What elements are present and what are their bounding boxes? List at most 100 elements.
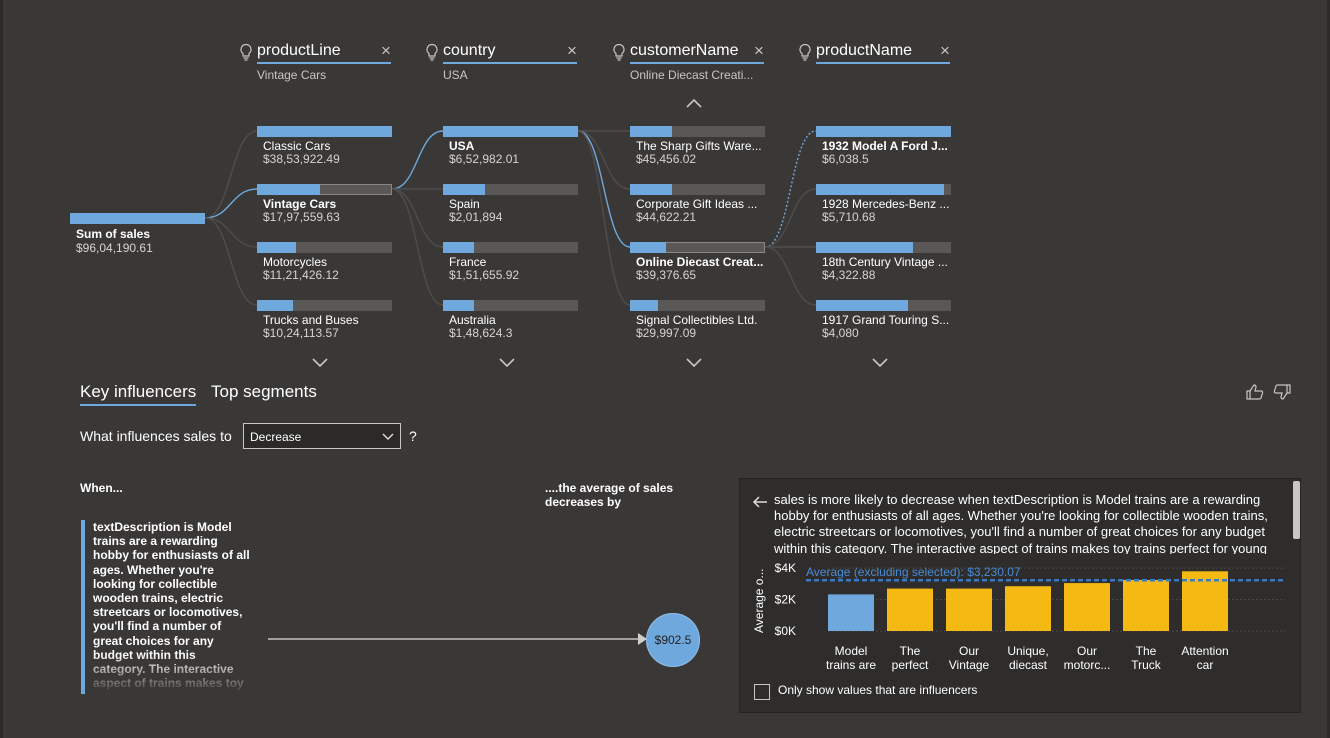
influencers-only-checkbox[interactable]: [754, 684, 770, 700]
tab-key-influencers[interactable]: Key influencers: [80, 382, 197, 406]
node-value: $39,376.65: [636, 268, 697, 282]
node-bar-fill: [443, 184, 485, 195]
tree-connector: [391, 188, 444, 306]
chart-bar: [887, 588, 933, 631]
node-label: 1917 Grand Touring S...: [822, 313, 950, 327]
column-title[interactable]: productLine: [257, 40, 391, 64]
node-value: $6,038.5: [822, 152, 869, 166]
lightbulb-icon[interactable]: [612, 43, 626, 61]
average-line-label: Average (excluding selected): $3,230.07: [806, 565, 1021, 579]
expand-chevron-down-icon[interactable]: [497, 356, 517, 370]
node-bar-fill: [816, 300, 908, 311]
close-icon[interactable]: ×: [940, 40, 950, 62]
expand-chevron-down-icon[interactable]: [684, 356, 704, 370]
tab-top-segments[interactable]: Top segments: [211, 382, 317, 402]
tree-connector: [764, 130, 817, 248]
lightbulb-icon[interactable]: [425, 43, 439, 61]
chart-bar: [946, 588, 992, 631]
x-tick-label: Unique,: [1007, 644, 1048, 658]
node-label: Vintage Cars: [263, 197, 337, 211]
column-title[interactable]: customerName: [630, 40, 764, 64]
node-value: $2,01,894: [449, 210, 503, 224]
lightbulb-icon[interactable]: [798, 43, 812, 61]
chart-bar: [1182, 571, 1228, 631]
y-tick-label: $2K: [775, 593, 796, 607]
node-bar-fill: [443, 242, 475, 253]
y-axis-label: Average o...: [752, 569, 766, 634]
influence-connector-line: [268, 638, 648, 640]
influence-bubble[interactable]: $902.5: [646, 613, 700, 667]
node-value: $6,52,982.01: [449, 152, 520, 166]
node-bar-fill: [257, 126, 392, 137]
node-value: $44,622.21: [636, 210, 697, 224]
dropdown-value: Decrease: [250, 430, 302, 444]
x-tick-label: trains are: [826, 658, 876, 672]
thumbs-down-icon[interactable]: [1273, 384, 1291, 400]
tree-root-node[interactable]: Sum of sales $96,04,190.61: [70, 213, 210, 255]
column-selected-value: Online Diecast Creati...: [630, 68, 754, 82]
x-tick-label: Attention: [1181, 644, 1228, 658]
x-tick-label: motorc...: [1064, 658, 1111, 672]
average-decrease-heading: ....the average of sales decreases by: [545, 481, 674, 509]
node-bar-fill: [630, 126, 672, 137]
x-tick-label: perfect: [892, 658, 929, 672]
tree-connector: [577, 130, 631, 190]
when-heading: When...: [80, 481, 123, 495]
column-selected-value: USA: [443, 68, 468, 82]
close-icon[interactable]: ×: [754, 40, 764, 62]
node-value: $11,21,426.12: [263, 268, 339, 282]
column-title[interactable]: productName: [816, 40, 950, 64]
x-tick-label: Vintage: [949, 658, 990, 672]
node-label: USA: [449, 139, 475, 153]
node-bar-fill: [816, 242, 914, 253]
chart-bar: [1123, 579, 1169, 631]
node-label: The Sharp Gifts Ware...: [636, 139, 762, 153]
tree-connector: [391, 188, 444, 248]
tree-connector: [577, 130, 631, 306]
thumbs-up-icon[interactable]: [1246, 384, 1264, 400]
tree-connector: [204, 217, 258, 248]
node-value: $10,24,113.57: [263, 326, 339, 340]
help-icon[interactable]: ?: [409, 428, 417, 444]
x-tick-label: Truck: [1131, 658, 1162, 672]
column-title[interactable]: country: [443, 40, 577, 64]
node-bar-fill: [630, 242, 667, 253]
expand-chevron-down-icon[interactable]: [310, 356, 330, 370]
close-icon[interactable]: ×: [381, 40, 391, 62]
node-value: $5,710.68: [822, 210, 876, 224]
tree-connector: [204, 188, 258, 219]
panel-scrollbar[interactable]: [1293, 481, 1300, 539]
node-label: Spain: [449, 197, 480, 211]
expand-chevron-down-icon[interactable]: [870, 356, 890, 370]
direction-dropdown[interactable]: Decrease: [243, 423, 401, 449]
node-bar-fill: [630, 300, 659, 311]
node-value: $45,456.02: [636, 152, 697, 166]
chart-bar: [1064, 583, 1110, 631]
node-bar-fill: [630, 184, 672, 195]
column-selected-value: Vintage Cars: [257, 68, 327, 82]
feedback-thumbs: [1246, 384, 1291, 400]
tree-connector: [764, 188, 817, 248]
lightbulb-icon[interactable]: [239, 43, 253, 61]
detail-description: sales is more likely to decrease when te…: [774, 492, 1268, 554]
influencer-item[interactable]: textDescription is Model trains are a re…: [81, 520, 251, 694]
x-tick-label: Our: [959, 644, 979, 658]
x-tick-label: Our: [1077, 644, 1097, 658]
root-bar: [70, 213, 205, 224]
node-label: Trucks and Buses: [263, 313, 359, 327]
node-value: $1,51,655.92: [449, 268, 520, 282]
x-tick-label: diecast: [1009, 658, 1048, 672]
close-icon[interactable]: ×: [567, 40, 577, 62]
y-tick-label: $4K: [775, 561, 796, 575]
root-label: Sum of sales: [76, 227, 151, 241]
node-label: France: [449, 255, 487, 269]
node-label: 1928 Mercedes-Benz ...: [822, 197, 950, 211]
y-tick-label: $0K: [775, 624, 796, 638]
root-value: $96,04,190.61: [76, 241, 153, 255]
node-bar-fill: [816, 126, 951, 137]
scroll-up-chevron-icon[interactable]: [684, 96, 704, 110]
question-label: What influences sales to: [80, 428, 232, 444]
back-arrow-icon[interactable]: [752, 495, 768, 509]
node-label: Australia: [449, 313, 496, 327]
x-tick-label: The: [900, 644, 921, 658]
